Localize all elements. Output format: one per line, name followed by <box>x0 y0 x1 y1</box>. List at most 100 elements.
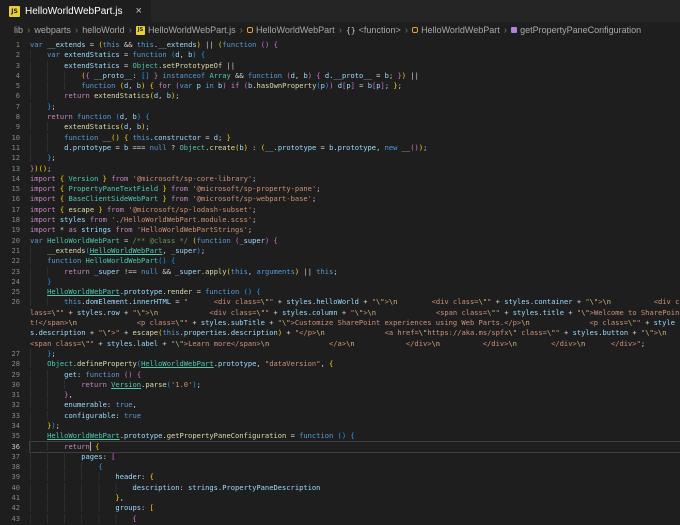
code-line[interactable]: 3 extendStatics = Object.setPrototypeOf … <box>0 60 680 71</box>
line-number[interactable]: 41 <box>0 493 20 503</box>
line-number[interactable]: 29 <box>0 370 20 380</box>
breadcrumb-item[interactable]: webparts <box>34 25 71 35</box>
line-number[interactable]: 17 <box>0 205 20 215</box>
line-number[interactable]: 35 <box>0 431 20 441</box>
code-line[interactable]: 13})(); <box>0 164 680 174</box>
line-number[interactable]: 8 <box>0 112 20 122</box>
breadcrumb-item[interactable]: HelloWorldWebPart <box>412 25 500 35</box>
line-number[interactable]: 23 <box>0 267 20 277</box>
tab-helloworldwebpart-js[interactable]: JS HelloWorldWebPart.js × <box>0 0 151 22</box>
code-line[interactable]: 9 extendStatics(d, b); <box>0 122 680 132</box>
line-number[interactable]: 9 <box>0 122 20 132</box>
line-number[interactable]: 37 <box>0 452 20 462</box>
code-text: return _super !== null && _super.apply(t… <box>30 266 680 277</box>
line-number[interactable]: 5 <box>0 81 20 91</box>
line-number[interactable]: 30 <box>0 380 20 390</box>
line-number[interactable]: 15 <box>0 184 20 194</box>
line-number[interactable]: 21 <box>0 246 20 256</box>
line-number[interactable]: 7 <box>0 102 20 112</box>
line-number[interactable]: 10 <box>0 133 20 143</box>
code-line[interactable]: 28 Object.defineProperty(HelloWorldWebPa… <box>0 359 680 369</box>
code-line[interactable]: 6 return extendStatics(d, b); <box>0 91 680 101</box>
code-line[interactable]: 38 { <box>0 462 680 472</box>
code-line[interactable]: 1 var __extends = (this && this.__extends… <box>0 40 680 50</box>
code-line[interactable]: 25 HelloWorldWebPart.prototype.render = … <box>0 287 680 297</box>
code-line[interactable]: 33 configurable: true <box>0 410 680 421</box>
code-line[interactable]: 15 import { PropertyPaneTextField } from … <box>0 184 680 194</box>
code-line[interactable]: 23 return _super !== null && _super.appl… <box>0 266 680 277</box>
code-line[interactable]: 29 get: function () { <box>0 369 680 380</box>
line-number[interactable]: 24 <box>0 277 20 287</box>
code-line[interactable]: 37 pages: [ <box>0 451 680 462</box>
breadcrumb-item[interactable]: getPropertyPaneConfiguration <box>511 25 641 35</box>
line-number[interactable]: 27 <box>0 349 20 359</box>
line-number[interactable]: 42 <box>0 503 20 513</box>
code-line[interactable]: 2 var extendStatics = function (d, b) { <box>0 50 680 60</box>
code-text: }, <box>30 493 680 503</box>
code-line[interactable]: 42 groups: [ <box>0 503 680 513</box>
line-number[interactable]: 38 <box>0 462 20 472</box>
line-number[interactable]: 22 <box>0 256 20 266</box>
code-text: import { Version } from '@microsoft/sp-c… <box>30 173 257 183</box>
line-number[interactable]: 43 <box>0 514 20 524</box>
line-number[interactable]: 34 <box>0 421 20 431</box>
breadcrumb-item[interactable]: HelloWorldWebPart <box>246 25 335 35</box>
line-number[interactable]: 4 <box>0 71 20 81</box>
code-line[interactable]: 35 HelloWorldWebPart.prototype.getProper… <box>0 431 680 441</box>
line-number[interactable]: 32 <box>0 400 20 410</box>
code-line[interactable]: 27 }; <box>0 348 680 359</box>
line-number[interactable]: 1 <box>0 40 20 50</box>
line-number[interactable]: 19 <box>0 225 20 235</box>
line-number[interactable]: 25 <box>0 287 20 297</box>
line-number[interactable]: 31 <box>0 390 20 400</box>
line-number[interactable]: 13 <box>0 164 20 174</box>
code-line[interactable]: 41 }, <box>0 493 680 503</box>
line-number[interactable]: 2 <box>0 50 20 60</box>
line-number[interactable]: 39 <box>0 472 20 482</box>
breadcrumb-item[interactable]: lib <box>14 25 23 35</box>
code-line[interactable]: 10 function __() { this.constructor = d;… <box>0 132 680 143</box>
code-line[interactable]: 14 import { Version } from '@microsoft/sp… <box>0 174 680 184</box>
close-icon[interactable]: × <box>135 5 141 17</box>
code-line[interactable]: 18 import styles from './HelloWorldWebPar… <box>0 215 680 225</box>
code-line[interactable]: 11 d.prototype = b === null ? Object.cre… <box>0 142 680 153</box>
line-number[interactable]: 6 <box>0 91 20 101</box>
code-line[interactable]: 7 }; <box>0 101 680 112</box>
line-number[interactable]: 3 <box>0 61 20 71</box>
line-number[interactable]: 11 <box>0 143 20 153</box>
code-text: function (d, b) { for (var p in b) if (b… <box>30 81 680 91</box>
code-line[interactable]: 30 return Version.parse('1.0'); <box>0 379 680 390</box>
code-line[interactable]: 36 return { <box>0 440 680 453</box>
code-line[interactable]: 22 function HelloWorldWebPart() { <box>0 256 680 266</box>
line-number[interactable]: 12 <box>0 153 20 163</box>
code-line[interactable]: 43 { <box>0 513 680 524</box>
code-line[interactable]: 40 description: strings.PropertyPaneDesc… <box>0 482 680 493</box>
line-number[interactable]: 26 <box>0 297 20 348</box>
breadcrumb-item[interactable]: helloWorld <box>82 25 124 35</box>
code-line[interactable]: 32 enumerable: true, <box>0 400 680 410</box>
code-line[interactable]: 26 this.domElement.innerHTML = " <div cl… <box>0 297 680 348</box>
code-line[interactable]: 31 }, <box>0 390 680 400</box>
code-line[interactable]: 19 import * as strings from 'HelloWorldWe… <box>0 225 680 235</box>
code-line[interactable]: 4 ({ __proto__: [] } instanceof Array &&… <box>0 70 680 81</box>
code-line[interactable]: 20 var HelloWorldWebPart = /** @class */ … <box>0 236 680 246</box>
code-line[interactable]: 34 }); <box>0 420 680 431</box>
code-line[interactable]: 24 } <box>0 276 680 287</box>
line-number[interactable]: 40 <box>0 483 20 493</box>
line-number[interactable]: 36 <box>0 442 20 452</box>
line-number[interactable]: 33 <box>0 411 20 421</box>
code-line[interactable]: 8 return function (d, b) { <box>0 112 680 122</box>
code-line[interactable]: 39 header: { <box>0 472 680 482</box>
line-number[interactable]: 14 <box>0 174 20 184</box>
line-number[interactable]: 20 <box>0 236 20 246</box>
code-line[interactable]: 17 import { escape } from '@microsoft/sp-… <box>0 205 680 215</box>
code-line[interactable]: 12 }; <box>0 153 680 163</box>
code-line[interactable]: 21 __extends(HelloWorldWebPart, _super); <box>0 245 680 256</box>
code-line[interactable]: 5 function (d, b) { for (var p in b) if … <box>0 81 680 91</box>
breadcrumb-item[interactable]: {} <function> <box>346 25 401 35</box>
breadcrumb-item[interactable]: JS HelloWorldWebPart.js <box>135 25 236 35</box>
code-line[interactable]: 16 import { BaseClientSideWebPart } from … <box>0 194 680 204</box>
line-number[interactable]: 28 <box>0 359 20 369</box>
line-number[interactable]: 16 <box>0 194 20 204</box>
line-number[interactable]: 18 <box>0 215 20 225</box>
